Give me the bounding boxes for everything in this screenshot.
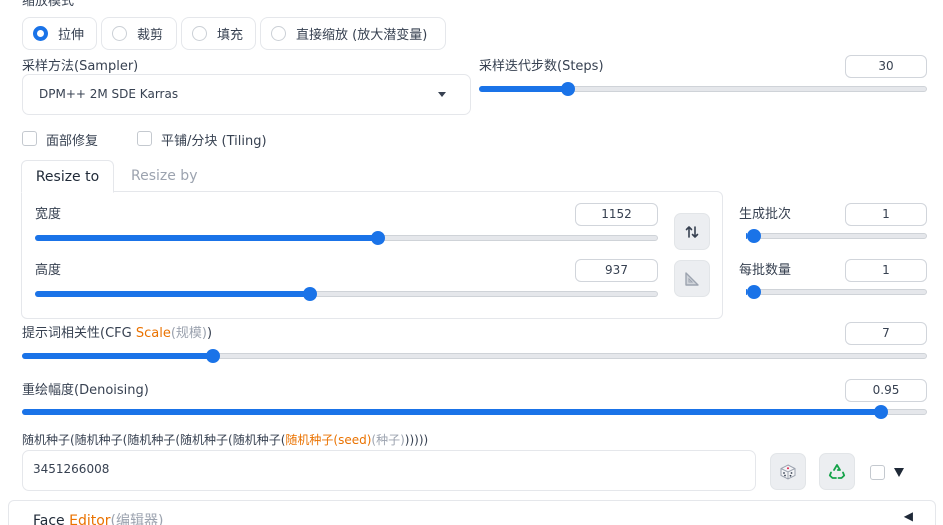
- recycle-icon: [828, 463, 846, 479]
- cfg-slider-fill: [22, 353, 213, 359]
- denoise-slider-thumb[interactable]: [874, 405, 888, 419]
- batch-count-slider[interactable]: [746, 229, 927, 243]
- face-editor-title-dim: (编辑器): [110, 513, 164, 525]
- radio-fill-label: 填充: [217, 28, 244, 43]
- width-input[interactable]: 1152: [575, 203, 658, 226]
- height-slider-thumb[interactable]: [303, 287, 317, 301]
- set-square-icon: [685, 271, 699, 286]
- cfg-label-post: ): [206, 326, 213, 341]
- height-input[interactable]: 937: [575, 259, 658, 282]
- cfg-label-dim: (规模): [170, 326, 207, 341]
- sampler-value: DPM++ 2M SDE Karras: [39, 87, 179, 101]
- batch-count-label: 生成批次: [739, 207, 792, 222]
- batch-size-slider[interactable]: [746, 285, 927, 299]
- dice-icon: [780, 463, 796, 480]
- resize-mode-label: 缩放模式: [22, 0, 75, 9]
- denoise-slider[interactable]: [22, 405, 927, 419]
- seed-label-highlight: 随机种子(seed): [285, 433, 372, 447]
- seed-input[interactable]: 3451266008: [22, 450, 756, 491]
- face-editor-title: Face Editor(编辑器): [33, 510, 163, 525]
- aspect-ratio-button[interactable]: [674, 260, 710, 297]
- extra-seed-checkbox[interactable]: [870, 465, 885, 480]
- radio-latent-upscale-label: 直接缩放 (放大潜变量): [296, 28, 428, 43]
- random-seed-button[interactable]: [770, 453, 806, 490]
- tiling-label: 平铺/分块 (Tiling): [161, 134, 267, 149]
- cfg-slider[interactable]: [22, 349, 927, 363]
- tab-resize-by[interactable]: Resize by: [131, 168, 197, 184]
- height-label: 高度: [35, 263, 62, 278]
- seed-label-pre: 随机种子(随机种子(随机种子(随机种子(随机种子(: [22, 433, 286, 447]
- cfg-slider-thumb[interactable]: [206, 349, 220, 363]
- radio-indicator-selected: [33, 26, 48, 41]
- tab-resize-to-label: Resize to: [35, 169, 100, 185]
- face-editor-title-highlight: Editor: [69, 513, 111, 525]
- face-editor-accordion[interactable]: Face Editor(编辑器) ◀: [8, 500, 936, 525]
- face-restore-checkbox[interactable]: [22, 131, 37, 146]
- sampler-dropdown[interactable]: DPM++ 2M SDE Karras: [22, 74, 471, 115]
- steps-slider[interactable]: [479, 82, 927, 96]
- batch-count-slider-thumb[interactable]: [747, 229, 761, 243]
- seed-value: 3451266008: [33, 462, 110, 476]
- seed-label-post: ))))): [404, 433, 429, 447]
- cfg-input[interactable]: 7: [845, 322, 927, 345]
- steps-slider-thumb[interactable]: [561, 82, 575, 96]
- radio-fill[interactable]: 填充: [181, 17, 256, 50]
- swap-dimensions-button[interactable]: [674, 213, 710, 250]
- height-slider[interactable]: [35, 287, 658, 301]
- radio-crop[interactable]: 裁剪: [101, 17, 177, 50]
- reuse-seed-button[interactable]: [819, 453, 855, 490]
- batch-size-label: 每批数量: [739, 263, 792, 278]
- height-slider-fill: [35, 291, 310, 297]
- swap-arrows-icon: [685, 225, 699, 238]
- width-label: 宽度: [35, 207, 62, 222]
- width-slider-fill: [35, 235, 378, 241]
- tab-resize-to[interactable]: Resize to: [21, 160, 114, 193]
- radio-stretch-label: 拉伸: [58, 28, 85, 43]
- denoise-input[interactable]: 0.95: [845, 379, 927, 402]
- cfg-label-pre: 提示词相关性(CFG: [22, 326, 136, 341]
- width-slider[interactable]: [35, 231, 658, 245]
- tiling-checkbox[interactable]: [137, 131, 152, 146]
- denoise-slider-fill: [22, 409, 881, 415]
- cfg-label-highlight: Scale: [135, 326, 171, 341]
- cfg-label: 提示词相关性(CFG Scale(规模)): [22, 322, 212, 341]
- radio-indicator: [192, 26, 207, 41]
- steps-slider-fill: [479, 86, 568, 92]
- expand-triangle-icon[interactable]: [894, 468, 904, 477]
- seed-label-dim: (种子): [371, 433, 405, 447]
- radio-latent-upscale[interactable]: 直接缩放 (放大潜变量): [260, 17, 446, 50]
- radio-indicator: [271, 26, 286, 41]
- radio-stretch[interactable]: 拉伸: [22, 17, 97, 50]
- collapse-arrow-icon: ◀: [903, 509, 913, 523]
- face-editor-title-pre: Face: [33, 513, 70, 525]
- tab-resize-by-label: Resize by: [131, 168, 198, 184]
- chevron-down-icon: [438, 92, 446, 97]
- batch-size-input[interactable]: 1: [845, 259, 927, 282]
- denoise-label: 重绘幅度(Denoising): [22, 383, 149, 398]
- sampler-label: 采样方法(Sampler): [22, 59, 139, 74]
- width-slider-thumb[interactable]: [371, 231, 385, 245]
- seed-label: 随机种子(随机种子(随机种子(随机种子(随机种子(随机种子(seed)(种子))…: [22, 431, 428, 448]
- radio-indicator: [112, 26, 127, 41]
- batch-count-input[interactable]: 1: [845, 203, 927, 226]
- batch-size-slider-thumb[interactable]: [747, 285, 761, 299]
- radio-crop-label: 裁剪: [137, 28, 164, 43]
- steps-input[interactable]: 30: [845, 55, 927, 78]
- face-restore-label: 面部修复: [46, 134, 99, 149]
- steps-label: 采样迭代步数(Steps): [479, 59, 604, 74]
